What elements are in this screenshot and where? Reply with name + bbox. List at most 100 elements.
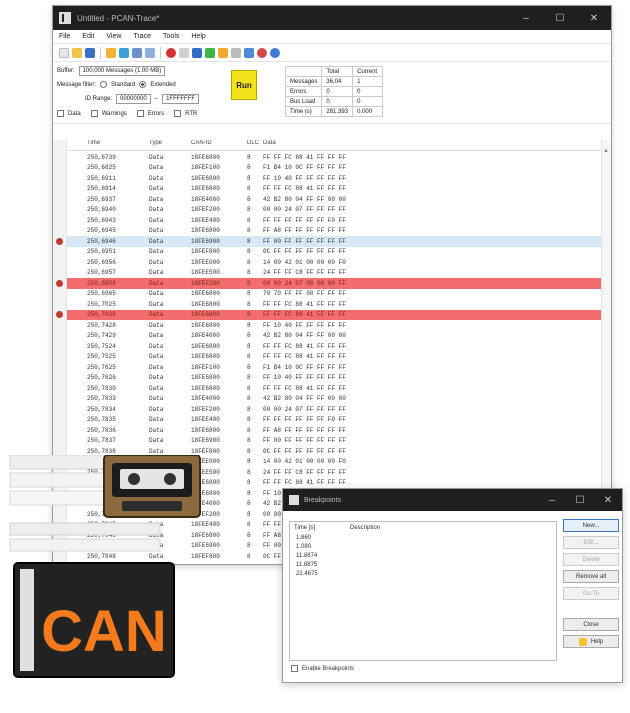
enable-breakpoints-row: Enable Breakpoints <box>291 665 354 672</box>
menu-file[interactable]: File <box>59 33 70 40</box>
table-row[interactable]: 250,6943 Data 18FEE400 8 FF FF FF FF FF FF F… <box>67 215 601 226</box>
table-row[interactable]: 250,6825 Data 18FEF100 8 F1 B4 10 0C FF FF F… <box>67 163 601 174</box>
pause-icon[interactable] <box>179 47 189 58</box>
table-row[interactable]: 250,6739 Data 18FE6800 8 FF FF FC 88 41 FF F… <box>67 152 601 163</box>
breakpoint-marker-icon[interactable] <box>56 311 63 318</box>
breakpoints-list[interactable]: Time [s] Description 1.860 1.080 11.8874… <box>289 521 557 661</box>
list-item[interactable]: 11.8874 <box>290 552 556 561</box>
dialog-minimize-button[interactable]: – <box>538 489 566 511</box>
menu-tools[interactable]: Tools <box>163 33 179 40</box>
col-can-id[interactable]: CAN-ID <box>191 140 247 150</box>
table-row[interactable]: 250,6940 Data 18FEF200 8 00 00 24 07 FF FF F… <box>67 205 601 216</box>
new-breakpoint-button[interactable]: New... <box>563 519 619 532</box>
table-row[interactable]: 250,6946 Data 18FE6900 8 FF 00 FF FF FF FF F… <box>67 236 601 247</box>
breakpoint-marker-icon[interactable] <box>56 237 63 245</box>
record-icon[interactable] <box>166 47 176 58</box>
table-row[interactable]: 250,7833 Data 18FE4000 8 42 B2 80 04 FF FF 0… <box>67 394 601 405</box>
cell-time: 250,7834 <box>87 405 116 413</box>
settings-icon[interactable] <box>145 47 155 58</box>
cell-time: 250,6911 <box>87 174 116 182</box>
cell-can-id: 18FE6900 <box>191 237 220 245</box>
table-row[interactable]: 250,7428 Data 18FE6800 8 FF 10 40 FF FF FF F… <box>67 320 601 331</box>
save-icon[interactable] <box>85 47 95 58</box>
enable-breakpoints-checkbox[interactable] <box>291 665 298 672</box>
menu-trace[interactable]: Trace <box>133 33 151 40</box>
table-row[interactable]: 250,7625 Data 18FEF100 8 F1 B4 10 0C FF FF F… <box>67 362 601 373</box>
buffer-value[interactable]: 100,000 Messages (1.00 MB) <box>78 66 166 76</box>
run-button[interactable]: Run <box>231 70 257 100</box>
table-row[interactable]: 250,6958 Data 18FEF200 8 00 00 24 07 00 00 0… <box>67 278 601 289</box>
table-row[interactable]: 250,6951 Data 18FEF800 8 0C FF FF FF FF FF F… <box>67 247 601 258</box>
menu-help[interactable]: Help <box>191 33 205 40</box>
filter-icon[interactable] <box>119 47 129 58</box>
remove-all-button[interactable]: Remove all <box>563 570 619 583</box>
table-row[interactable]: 250,7026 Data 18FE6800 8 FF FF FC 88 41 FF F… <box>67 309 601 320</box>
table-row[interactable]: 250,6956 Data 18FEE000 8 14 00 42 01 00 00 0… <box>67 257 601 268</box>
errors-checkbox[interactable] <box>136 110 144 117</box>
bp-col-time[interactable]: Time [s] <box>294 525 350 531</box>
play-icon[interactable] <box>205 47 215 58</box>
menu-view[interactable]: View <box>106 33 121 40</box>
warnings-checkbox[interactable] <box>90 110 98 117</box>
table-row[interactable]: 250,6957 Data 18FEE500 8 24 FF FF C8 FF FF F… <box>67 268 601 279</box>
table-row[interactable]: 250,6945 Data 18FE6800 8 FF A8 FF FF FF FF F… <box>67 226 601 237</box>
col-data[interactable]: Data <box>263 140 463 150</box>
step-icon[interactable] <box>218 47 228 58</box>
id-from-input[interactable]: 00000000 <box>116 94 151 104</box>
rtr-checkbox[interactable] <box>174 110 182 117</box>
maximize-button[interactable]: ☐ <box>543 6 577 30</box>
table-row[interactable]: 250,7836 Data 18FE6800 8 FF A8 FF FF FF FF F… <box>67 425 601 436</box>
window-title: Untitled - PCAN-Trace* <box>77 13 160 23</box>
connect-icon[interactable] <box>106 47 116 58</box>
table-row[interactable]: 250,7429 Data 18FE4000 8 42 B2 80 04 FF FF 0… <box>67 331 601 342</box>
table-header: Time Type CAN-ID DLC Data <box>67 140 601 151</box>
table-row[interactable]: 250,6914 Data 18FE6800 8 FF FF FC 88 41 FF F… <box>67 184 601 195</box>
bp-col-description[interactable]: Description <box>350 525 380 531</box>
minimize-button[interactable]: – <box>509 6 543 30</box>
col-type[interactable]: Type <box>149 140 191 150</box>
table-row[interactable]: 250,7830 Data 18FE6800 8 FF FF FC 88 41 FF F… <box>67 383 601 394</box>
standard-radio[interactable] <box>100 81 108 88</box>
table-row[interactable]: 250,6937 Data 18FE4000 8 42 B2 80 04 FF FF 0… <box>67 194 601 205</box>
help-button[interactable]: Help <box>563 635 619 648</box>
stop-icon[interactable] <box>192 47 202 58</box>
breakpoint-marker-icon[interactable] <box>56 279 63 287</box>
id-to-input[interactable]: 1FFFFFFF <box>162 94 200 104</box>
table-row[interactable]: 250,7834 Data 18FEF200 8 00 00 24 07 FF FF F… <box>67 404 601 415</box>
dialog-close-button[interactable]: ✕ <box>594 489 622 511</box>
menu-edit[interactable]: Edit <box>82 33 94 40</box>
cell-dlc: 8 <box>247 395 251 403</box>
breakpoint-icon[interactable] <box>244 47 254 58</box>
open-icon[interactable] <box>72 47 82 58</box>
goto-button[interactable]: Go To <box>563 587 619 600</box>
loop-icon[interactable] <box>231 47 241 58</box>
table-row[interactable]: 250,7524 Data 18FE6800 8 FF FF FC 88 41 FF F… <box>67 341 601 352</box>
scroll-up-icon[interactable]: ▲ <box>603 148 609 154</box>
table-row[interactable]: 250,6965 Data 18FE6800 8 70 70 FF FF 00 FF F… <box>67 289 601 300</box>
dialog-maximize-button[interactable]: ☐ <box>566 489 594 511</box>
table-row[interactable]: 250,7835 Data 18FEE400 8 FF FF FF FF FF FF F… <box>67 415 601 426</box>
edit-breakpoint-button[interactable]: Edit... <box>563 536 619 549</box>
list-item[interactable]: 22.4675 <box>290 570 556 579</box>
cell-can-id: 18FE6800 <box>191 153 220 161</box>
table-row[interactable]: 250,7626 Data 18FE6800 8 FF 10 40 FF FF FF F… <box>67 373 601 384</box>
table-row[interactable]: 250,7025 Data 18FE6800 8 FF FF FC 88 41 FF F… <box>67 299 601 310</box>
new-icon[interactable] <box>59 47 69 58</box>
logo-can-text: CAN <box>41 599 167 664</box>
list-item[interactable]: 1.080 <box>290 543 556 552</box>
list-item[interactable]: 11.8875 <box>290 561 556 570</box>
col-dlc[interactable]: DLC <box>247 140 263 150</box>
delete-breakpoint-button[interactable]: Delete <box>563 553 619 566</box>
col-time[interactable]: Time <box>67 140 149 150</box>
dialog-close-action-button[interactable]: Close <box>563 618 619 631</box>
table-row[interactable]: 250,6911 Data 18FE6800 8 FF 10 40 FF FF FF F… <box>67 173 601 184</box>
table-row[interactable]: 250,7525 Data 18FE6800 8 FF FF FC 88 41 FF F… <box>67 352 601 363</box>
list-item[interactable]: 1.860 <box>290 534 556 543</box>
marker-icon[interactable] <box>257 47 267 58</box>
extended-radio[interactable] <box>139 81 147 88</box>
close-button[interactable]: ✕ <box>577 6 611 30</box>
find-icon[interactable] <box>132 47 142 58</box>
table-row[interactable]: 250,7837 Data 18FE6900 8 FF 00 FF FF FF FF F… <box>67 436 601 447</box>
data-checkbox[interactable] <box>57 110 64 117</box>
help-icon[interactable] <box>270 47 280 58</box>
